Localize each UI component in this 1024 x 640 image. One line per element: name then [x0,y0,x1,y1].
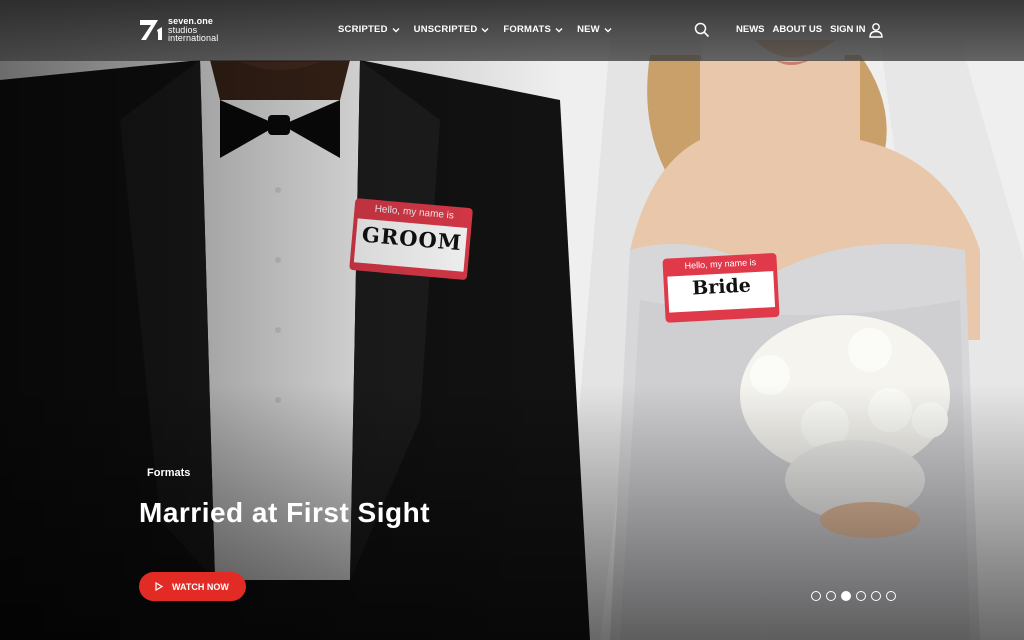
chevron-down-icon [481,27,489,32]
nav-new[interactable]: NEW [577,24,612,35]
nav-scripted[interactable]: SCRIPTED [338,24,400,35]
header-right-links: NEWS ABOUT US SIGN IN [736,24,866,35]
groom-name-badge: Hello, my name is GROOM [354,198,472,256]
nav-unscripted[interactable]: UNSCRIPTED [414,24,490,35]
carousel-dot[interactable] [871,591,881,601]
carousel-dot[interactable] [826,591,836,601]
logo-wordmark: seven.one studios international [168,17,218,43]
play-icon [155,582,163,591]
hero-title: Married at First Sight [139,497,431,528]
carousel-dot[interactable] [856,591,866,601]
carousel-pagination [811,591,896,601]
nav-unscripted-label: UNSCRIPTED [413,24,478,35]
nav-formats[interactable]: FORMATS [503,24,563,35]
hero-banner: Hello, my name is GROOM Hello, my name i… [0,0,1024,640]
main-nav: SCRIPTED UNSCRIPTED FORMATS NEW [338,24,612,35]
site-header: seven.one studios international SCRIPTED… [0,0,1024,61]
watch-now-button[interactable]: WATCH NOW [139,572,246,601]
hero-image [0,0,1024,640]
hero-category-label[interactable]: Formats [147,467,190,479]
sign-in-link[interactable]: SIGN IN [830,24,865,35]
chevron-down-icon [604,27,612,32]
carousel-dot[interactable] [886,591,896,601]
search-icon[interactable] [694,22,710,38]
nav-new-label: NEW [577,24,600,35]
bride-badge-header: Hello, my name is [684,257,757,271]
about-us-link[interactable]: ABOUT US [773,24,823,35]
chevron-down-icon [392,27,400,32]
user-icon[interactable] [868,22,884,38]
nav-scripted-label: SCRIPTED [338,24,388,35]
seven-one-logo-icon [140,20,162,40]
watch-now-label: WATCH NOW [172,581,229,592]
news-link[interactable]: NEWS [736,24,765,35]
carousel-dot[interactable] [811,591,821,601]
site-logo[interactable]: seven.one studios international [138,17,218,43]
chevron-down-icon [555,27,563,32]
nav-formats-label: FORMATS [503,24,552,35]
bride-name-badge: Hello, my name is Bride [663,253,779,301]
logo-line-3: international [168,33,219,44]
carousel-dot-active[interactable] [841,591,851,601]
